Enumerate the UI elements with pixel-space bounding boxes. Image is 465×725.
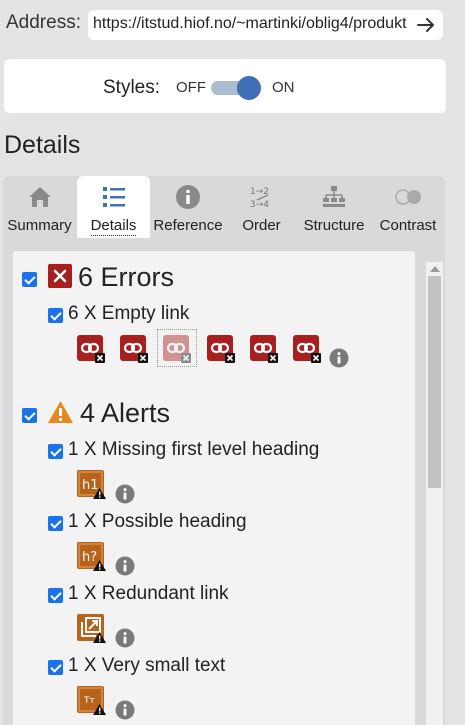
order-icon: 1→2 3→4 — [250, 187, 269, 210]
small-text-icon[interactable]: Tт — [77, 686, 106, 715]
tab-details-label: Details — [90, 217, 137, 236]
styles-panel: Styles: OFF ON — [4, 59, 446, 113]
tab-details[interactable]: Details — [77, 176, 150, 238]
empty-link-icon[interactable] — [250, 335, 278, 363]
empty-link-icon[interactable] — [293, 335, 321, 363]
info-icon[interactable] — [115, 628, 135, 648]
info-icon — [176, 185, 200, 209]
possible-heading-label: 1 X Possible heading — [68, 511, 247, 532]
errors-checkbox[interactable] — [22, 272, 37, 287]
scrollbar[interactable] — [426, 262, 443, 725]
tab-summary-label: Summary — [7, 217, 72, 234]
error-x-icon — [48, 264, 72, 288]
alerts-checkbox[interactable] — [22, 408, 37, 423]
redundant-link-checkbox[interactable] — [48, 588, 63, 603]
possible-heading-checkbox[interactable] — [48, 516, 63, 531]
empty-link-icon[interactable] — [207, 335, 235, 363]
redundant-link-label: 1 X Redundant link — [68, 583, 229, 604]
errors-heading: 6 Errors — [78, 262, 175, 292]
styles-label: Styles: — [103, 77, 161, 98]
scroll-thumb[interactable] — [428, 276, 441, 488]
empty-link-icon[interactable] — [120, 335, 148, 363]
address-input[interactable]: https://itstud.hiof.no/~martinki/oblig4/… — [88, 10, 443, 40]
possible-heading-icon[interactable]: h? — [77, 542, 106, 571]
missing-h1-checkbox[interactable] — [48, 444, 63, 459]
tab-summary[interactable]: Summary — [3, 176, 76, 238]
svg-text:3→4: 3→4 — [250, 200, 269, 210]
redundant-link-icon[interactable] — [77, 614, 106, 643]
heading-h1-icon[interactable]: h1 — [77, 470, 106, 499]
small-text-label: 1 X Very small text — [68, 655, 226, 676]
hierarchy-icon — [323, 186, 345, 207]
scroll-up-arrow[interactable] — [430, 266, 440, 272]
empty-link-checkbox[interactable] — [48, 308, 63, 323]
tab-reference-label: Reference — [153, 217, 223, 234]
empty-link-icon[interactable] — [163, 335, 191, 363]
errors-section — [13, 251, 415, 408]
toggle-knob[interactable] — [237, 76, 261, 100]
missing-h1-label: 1 X Missing first level heading — [68, 439, 320, 460]
empty-link-label: 6 X Empty link — [68, 303, 190, 324]
small-text-checkbox[interactable] — [48, 660, 63, 675]
tab-order-label: Order — [242, 217, 281, 234]
contrast-icon — [395, 189, 421, 205]
tab-structure-label: Structure — [303, 217, 365, 234]
tab-reference[interactable]: Reference — [151, 176, 225, 238]
info-icon[interactable] — [115, 556, 135, 576]
tab-bar: Summary Details Reference 1→2 3→4 Order — [3, 176, 445, 238]
svg-text:Tт: Tт — [83, 696, 95, 706]
styles-off-label: OFF — [176, 79, 206, 96]
info-icon[interactable] — [115, 484, 135, 504]
styles-toggle[interactable] — [211, 76, 261, 100]
address-label: Address: — [6, 12, 81, 33]
tab-order[interactable]: 1→2 3→4 Order — [226, 176, 297, 238]
tab-structure[interactable]: Structure — [298, 176, 370, 238]
warning-icon — [48, 401, 73, 423]
address-url[interactable]: https://itstud.hiof.no/~martinki/oblig4/… — [93, 15, 411, 33]
tab-contrast[interactable]: Contrast — [371, 176, 445, 238]
alerts-heading: 4 Alerts — [80, 398, 171, 428]
styles-on-label: ON — [272, 79, 295, 96]
page-title: Details — [4, 131, 81, 159]
tab-contrast-label: Contrast — [379, 217, 437, 234]
empty-link-icon[interactable] — [77, 335, 105, 363]
svg-text:h1: h1 — [82, 478, 99, 493]
info-icon[interactable] — [329, 348, 349, 368]
svg-text:h?: h? — [82, 550, 97, 565]
list-icon — [102, 187, 125, 207]
home-icon — [28, 187, 51, 207]
info-icon[interactable] — [115, 700, 135, 720]
address-bar: Address: https://itstud.hiof.no/~martink… — [0, 0, 465, 50]
arrow-right-icon[interactable] — [415, 14, 437, 36]
